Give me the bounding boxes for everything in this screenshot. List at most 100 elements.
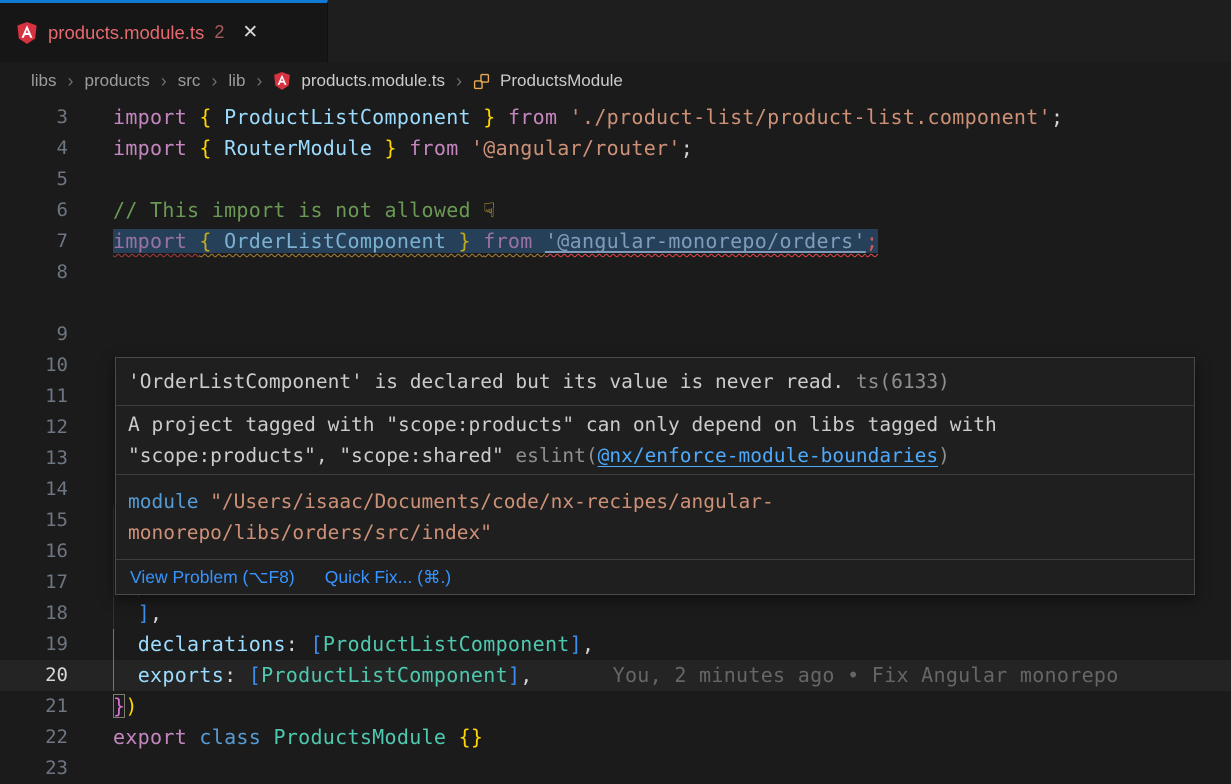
code-content[interactable]: ], <box>113 598 1231 629</box>
code-token: ) <box>125 694 137 718</box>
close-icon[interactable]: ✕ <box>242 21 258 44</box>
line-number: 13 <box>0 443 68 474</box>
code-line-spacer <box>0 288 1231 319</box>
code-token: } <box>113 694 125 718</box>
code-token: } <box>471 105 508 129</box>
line-number: 22 <box>0 722 68 753</box>
tab-problem-count-badge: 2 <box>214 22 224 43</box>
angular-icon <box>273 71 291 91</box>
breadcrumb-item-src[interactable]: src <box>178 71 201 91</box>
code-line-22: 22 export class ProductsModule {} <box>0 722 1231 753</box>
code-content[interactable]: // This import is not allowed ☟ <box>113 195 1231 226</box>
chevron-right-icon: › <box>161 71 167 92</box>
code-line-8: 8 <box>0 257 1231 288</box>
code-content[interactable]: import { ProductListComponent } from './… <box>113 102 1231 133</box>
code-content[interactable]: declarations: [ProductListComponent], <box>113 629 1231 660</box>
code-token: } <box>372 136 409 160</box>
code-token: ; <box>1051 105 1063 129</box>
code-token: ] <box>508 663 520 687</box>
code-token: : <box>286 632 311 656</box>
line-number: 21 <box>0 691 68 722</box>
line-number: 18 <box>0 598 68 629</box>
code-token: { <box>199 229 224 253</box>
code-content[interactable]: }) <box>113 691 1231 722</box>
code-token: { <box>199 136 224 160</box>
line-number: 11 <box>0 381 68 412</box>
code-token: , <box>520 663 532 687</box>
code-token: from <box>508 105 570 129</box>
tab-title: products.module.ts <box>48 22 204 44</box>
code-content[interactable]: export class ProductsModule {} <box>113 722 1231 753</box>
code-content[interactable]: exports: [ProductListComponent],You, 2 m… <box>113 660 1231 691</box>
code-token: [ <box>310 632 322 656</box>
breadcrumb: libs › products › src › lib › products.m… <box>0 62 1231 100</box>
code-token: import <box>113 105 199 129</box>
breadcrumb-item-lib[interactable]: lib <box>228 71 245 91</box>
line-number: 10 <box>0 350 68 381</box>
code-token: ; <box>866 229 878 253</box>
code-token: } <box>446 229 483 253</box>
module-keyword: module <box>128 490 198 513</box>
ts-error-source: ts(6133) <box>844 370 950 393</box>
code-token: ProductsModule <box>273 725 458 749</box>
line-number: 20 <box>0 660 68 691</box>
code-content[interactable] <box>113 257 1231 288</box>
line-number: 19 <box>0 629 68 660</box>
view-problem-action[interactable]: View Problem (⌥F8) <box>130 566 295 588</box>
code-token: import <box>113 229 199 253</box>
code-token: export <box>113 725 199 749</box>
code-line-18: 18], <box>0 598 1231 629</box>
code-content[interactable] <box>113 288 1231 319</box>
code-token: '@angular/router' <box>471 136 681 160</box>
line-number: 16 <box>0 536 68 567</box>
editor-tab-bar: products.module.ts 2 ✕ <box>0 0 1231 62</box>
line-number: 12 <box>0 412 68 443</box>
breadcrumb-item-libs[interactable]: libs <box>31 71 57 91</box>
breadcrumb-item-symbol[interactable]: ProductsModule <box>500 71 623 91</box>
line-number: 23 <box>0 753 68 784</box>
tab-products-module-ts[interactable]: products.module.ts 2 ✕ <box>0 0 328 62</box>
code-token: OrderListComponent <box>224 229 446 253</box>
indent-guide <box>113 598 138 629</box>
code-token: // This import is not allowed <box>113 198 483 222</box>
code-content[interactable]: import { RouterModule } from '@angular/r… <box>113 133 1231 164</box>
code-token: ] <box>138 601 150 625</box>
line-number <box>0 288 68 319</box>
code-token: ] <box>570 632 582 656</box>
code-token: RouterModule <box>224 136 372 160</box>
eslint-error-line1: A project tagged with "scope:products" c… <box>128 409 1182 440</box>
code-token: [ <box>249 663 261 687</box>
line-number: 15 <box>0 505 68 536</box>
code-token: ProductListComponent <box>261 663 508 687</box>
error-squiggle-region: import { OrderListComponent } from '@ang… <box>113 229 878 253</box>
code-token: ☟ <box>483 198 495 222</box>
line-number: 17 <box>0 567 68 598</box>
eslint-rule-link[interactable]: @nx/enforce-module-boundaries <box>598 444 938 467</box>
code-line-6: 6// This import is not allowed ☟ <box>0 195 1231 226</box>
code-editor[interactable]: 'OrderListComponent' is declared but its… <box>0 100 1231 784</box>
code-content[interactable] <box>113 753 1231 784</box>
code-line-3: 3import { ProductListComponent } from '.… <box>0 102 1231 133</box>
code-token: class <box>199 725 273 749</box>
breadcrumb-item-products[interactable]: products <box>85 71 150 91</box>
code-content[interactable] <box>113 164 1231 195</box>
git-blame-annotation: You, 2 minutes ago • Fix Angular monorep… <box>613 663 1119 687</box>
code-token: ProductListComponent <box>224 105 471 129</box>
hover-message-eslint: A project tagged with "scope:products" c… <box>116 406 1194 475</box>
code-token: { <box>199 105 224 129</box>
breadcrumb-item-file[interactable]: products.module.ts <box>301 71 445 91</box>
code-token: {} <box>459 725 484 749</box>
code-content[interactable]: import { OrderListComponent } from '@ang… <box>113 226 1231 257</box>
code-content[interactable] <box>113 319 1231 350</box>
quick-fix-action[interactable]: Quick Fix... (⌘.) <box>325 566 451 588</box>
code-token: from <box>409 136 471 160</box>
code-line-20: 20 exports: [ProductListComponent],You, 2… <box>0 660 1231 691</box>
code-token: declarations <box>138 632 286 656</box>
line-number: 5 <box>0 164 68 195</box>
code-line-5: 5 <box>0 164 1231 195</box>
line-number: 9 <box>0 319 68 350</box>
code-token: , <box>150 601 162 625</box>
code-line-9: 9 <box>0 319 1231 350</box>
code-line-7: 7import { OrderListComponent } from '@an… <box>0 226 1231 257</box>
eslint-error-line2: "scope:products", "scope:shared" eslint(… <box>128 440 1182 471</box>
